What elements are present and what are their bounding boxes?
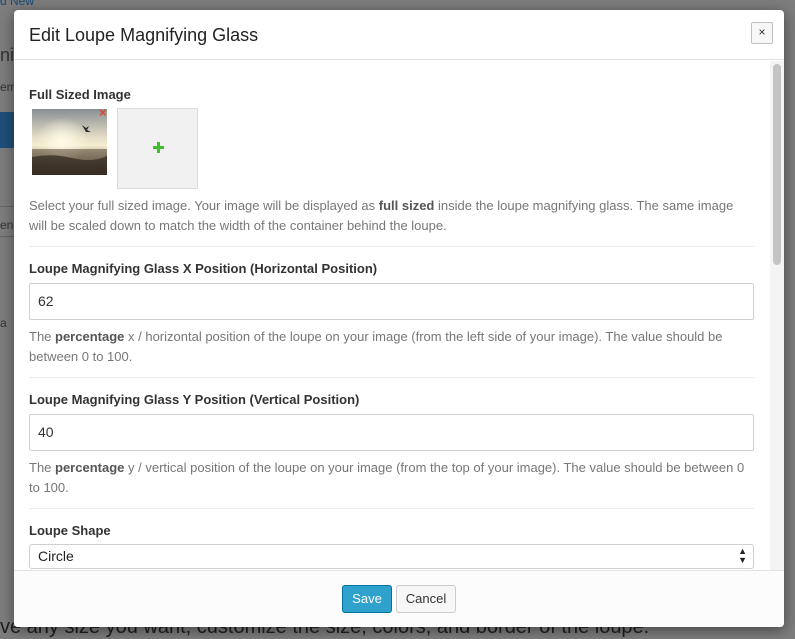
add-image-button[interactable] (117, 108, 198, 189)
select-arrows-icon: ▲ ▼ (738, 546, 747, 565)
plus-icon (153, 142, 164, 153)
bg-fragment: a (0, 316, 7, 330)
add-new-link: d New (0, 0, 35, 8)
divider (29, 508, 754, 509)
close-icon: × (758, 25, 766, 39)
modal-body[interactable]: Full Sized Image × Select your full size… (14, 61, 784, 570)
bg-divider (0, 236, 14, 237)
x-position-label: Loupe Magnifying Glass X Position (Horiz… (29, 261, 378, 276)
divider (29, 377, 754, 378)
y-position-description: The percentage y / vertical position of … (29, 460, 745, 495)
scrollbar-track[interactable] (770, 61, 784, 570)
shape-label: Loupe Shape (29, 523, 111, 538)
modal-header: Edit Loupe Magnifying Glass × (14, 10, 784, 60)
image-description: Select your full sized image. Your image… (29, 198, 734, 233)
image-thumbnail[interactable]: × (29, 106, 111, 189)
x-position-description: The percentage x / horizontal position o… (29, 329, 723, 364)
divider (29, 246, 754, 247)
scrollbar-thumb[interactable] (773, 64, 781, 265)
x-position-input[interactable]: 62 (29, 283, 754, 320)
bg-fragment: en (0, 218, 14, 232)
save-button[interactable]: Save (342, 585, 392, 613)
bg-fragment: ni (0, 45, 15, 65)
sunset-image (32, 109, 107, 175)
bg-button (0, 112, 14, 148)
modal-footer: Save Cancel (14, 570, 784, 627)
edit-loupe-modal: Edit Loupe Magnifying Glass × Full Sized… (14, 10, 784, 627)
y-position-input[interactable]: 40 (29, 414, 754, 451)
remove-image-icon[interactable]: × (99, 106, 111, 119)
cancel-button[interactable]: Cancel (396, 585, 456, 613)
bg-divider (0, 206, 14, 207)
image-label: Full Sized Image (29, 87, 131, 102)
modal-title: Edit Loupe Magnifying Glass (29, 25, 259, 45)
shape-selected-value: Circle (38, 548, 74, 564)
shape-select[interactable]: Circle ▲ ▼ (29, 544, 754, 569)
close-button[interactable]: × (751, 22, 773, 44)
y-position-label: Loupe Magnifying Glass Y Position (Verti… (29, 392, 360, 407)
